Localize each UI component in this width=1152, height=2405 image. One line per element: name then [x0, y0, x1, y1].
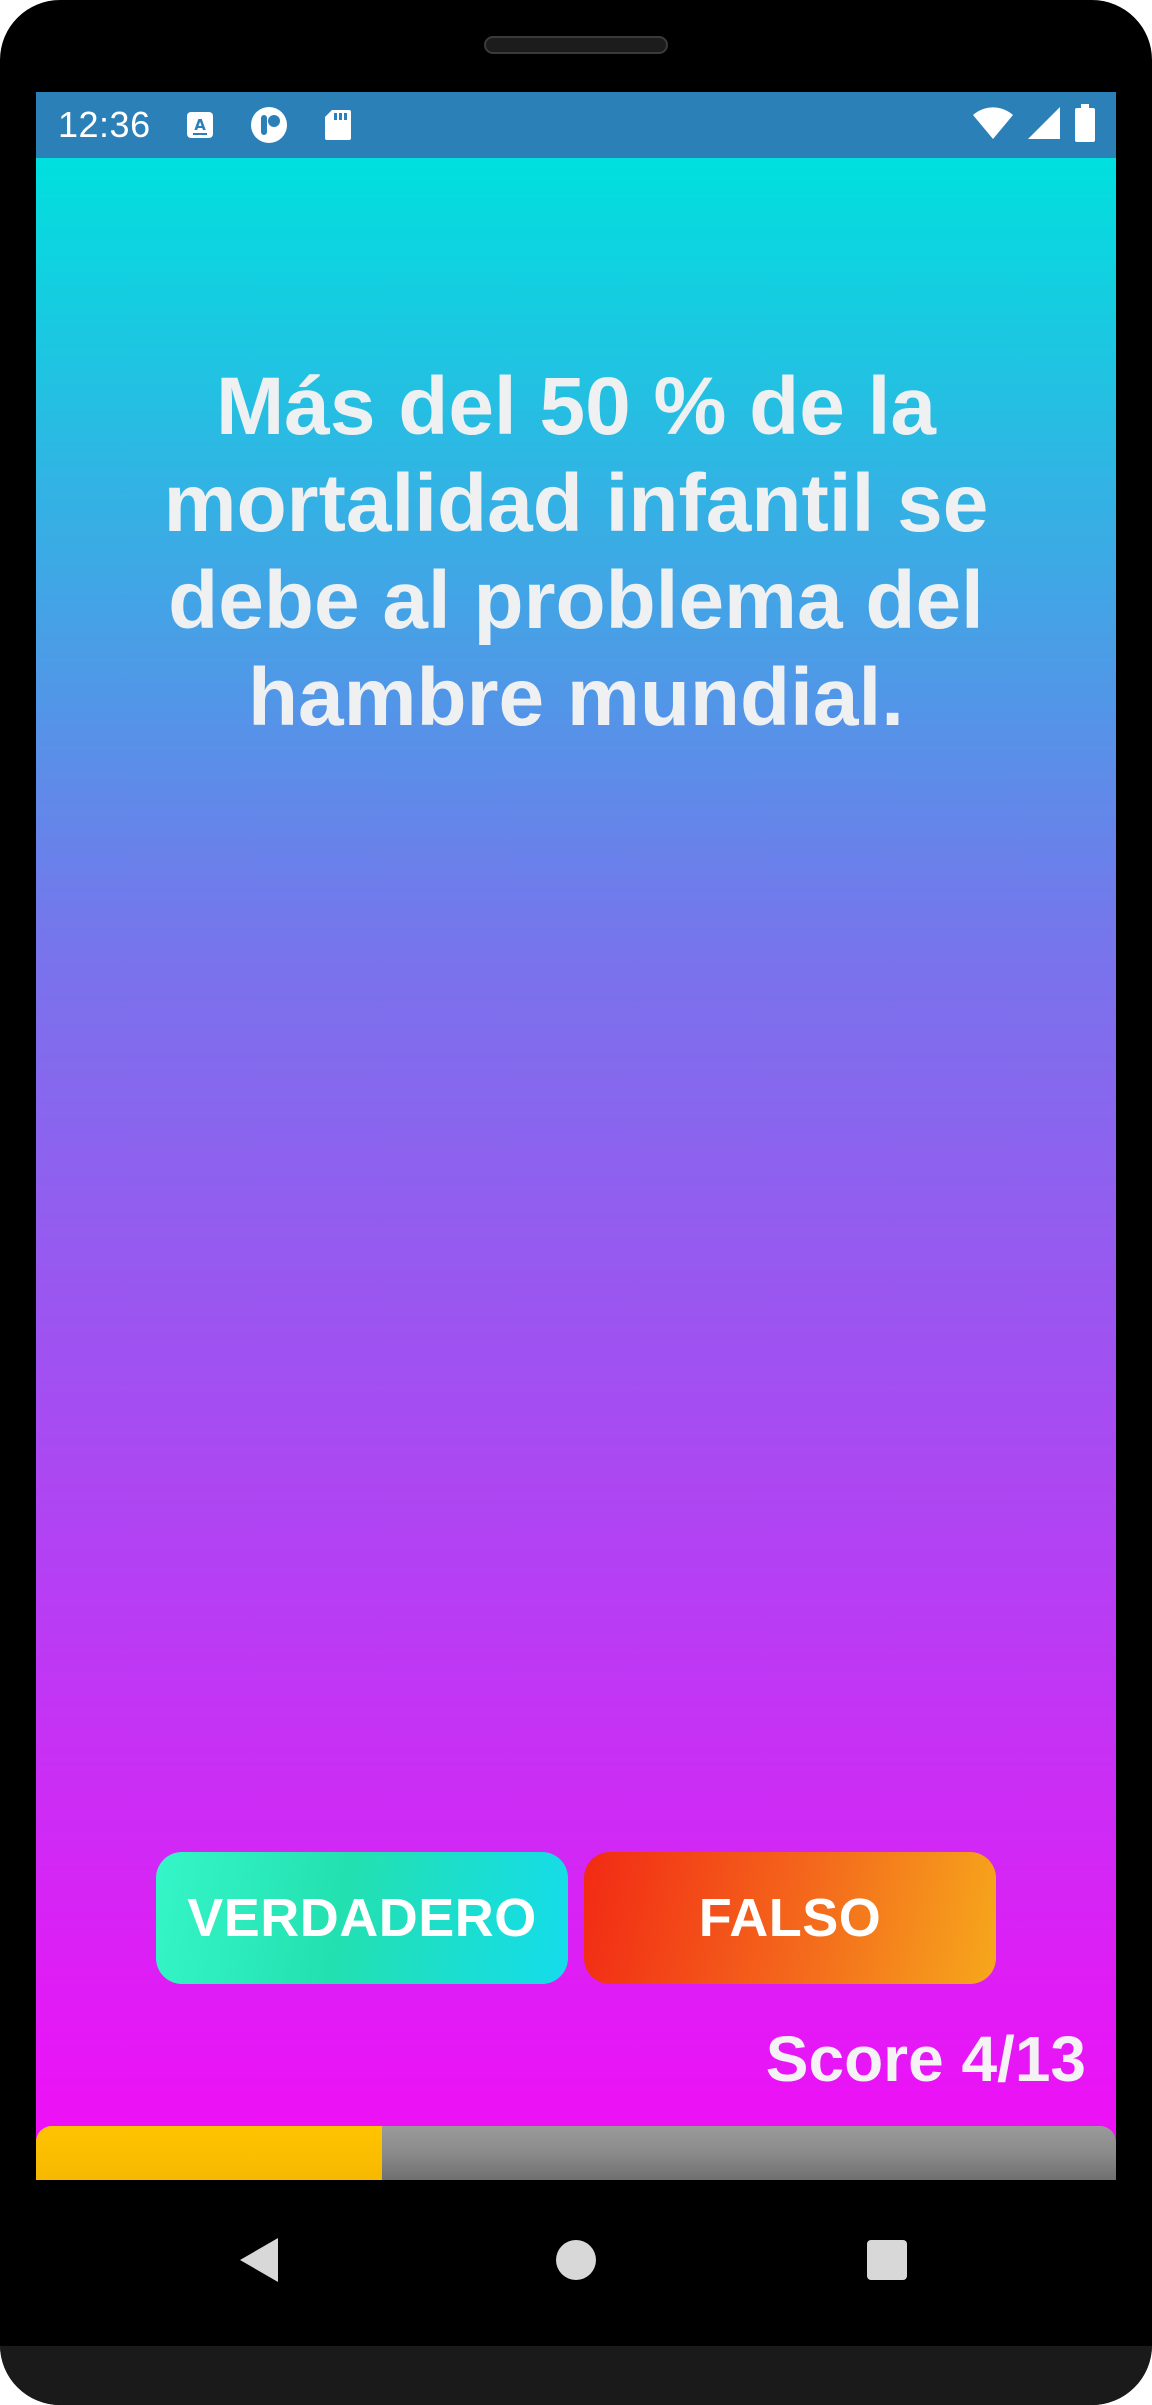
app-notification-icon [249, 105, 289, 145]
cellular-signal-icon [1026, 105, 1062, 146]
home-icon[interactable] [541, 2225, 611, 2295]
progress-bar [36, 2126, 1116, 2180]
svg-text:A: A [194, 116, 206, 134]
status-right-icons [972, 104, 1096, 147]
recents-icon[interactable] [852, 2225, 922, 2295]
score-label: Score 4/13 [765, 2023, 1086, 2095]
question-text: Más del 50 % de la mortalidad infantil s… [163, 361, 989, 743]
status-bar: 12:36 A [36, 92, 1116, 158]
back-icon[interactable] [225, 2225, 295, 2295]
earpiece-speaker [484, 36, 668, 54]
navigation-bar [0, 2180, 1152, 2340]
false-button[interactable]: FALSO [584, 1852, 996, 1984]
quiz-screen: Más del 50 % de la mortalidad infantil s… [36, 158, 1116, 2180]
screen: 12:36 A Más del 50 % de la mortalidad in… [36, 92, 1116, 2180]
true-button[interactable]: VERDADERO [156, 1852, 568, 1984]
device-frame: 12:36 A Más del 50 % de la mortalidad in… [0, 0, 1152, 2405]
status-time: 12:36 [58, 104, 151, 145]
sd-card-icon [323, 108, 353, 142]
battery-icon [1074, 104, 1096, 147]
progress-fill [36, 2126, 382, 2180]
wifi-icon [972, 105, 1014, 146]
keyboard-a-icon: A [185, 110, 215, 140]
bottom-bezel [0, 2346, 1152, 2405]
